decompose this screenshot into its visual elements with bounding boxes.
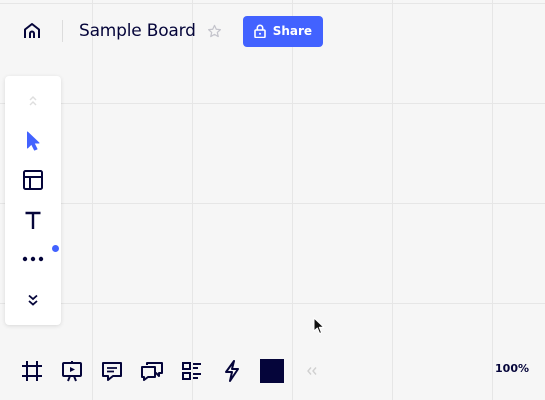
lock-icon (253, 24, 266, 38)
expand-toolbar-button[interactable] (13, 282, 53, 318)
double-chevron-down-icon (28, 294, 38, 306)
layout-icon (23, 170, 43, 190)
bottom-toolbar (12, 349, 332, 393)
lightning-icon (225, 360, 239, 382)
text-icon (25, 211, 41, 229)
star-button[interactable] (207, 22, 225, 40)
cards-button[interactable] (172, 349, 212, 393)
double-chevron-left-icon (307, 367, 317, 375)
left-toolbar (5, 76, 61, 325)
more-tools-button[interactable] (13, 241, 59, 277)
share-label: Share (272, 24, 313, 38)
chat-button[interactable] (132, 349, 172, 393)
zoom-level[interactable]: 100% (495, 362, 529, 375)
comments-button[interactable] (92, 349, 132, 393)
comment-icon (102, 362, 122, 381)
home-icon (24, 23, 40, 38)
presentation-icon (62, 361, 82, 382)
color-picker-swatch[interactable] (260, 359, 284, 383)
share-button[interactable]: Share (242, 15, 324, 47)
integrations-button[interactable] (212, 349, 252, 393)
divider (62, 20, 63, 42)
card-list-icon (182, 362, 201, 380)
templates-tool[interactable] (13, 162, 53, 198)
text-tool[interactable] (13, 202, 53, 238)
star-icon (207, 24, 221, 37)
frame-icon (22, 361, 42, 381)
scroll-up-button[interactable] (13, 83, 53, 119)
chevron-up-icon (29, 96, 37, 106)
more-icon (22, 256, 44, 262)
select-tool[interactable] (13, 123, 53, 159)
home-button[interactable] (12, 11, 52, 51)
notification-dot (52, 245, 59, 252)
top-bar: Sample Board Share (12, 11, 330, 51)
chat-icon (141, 362, 163, 381)
board-title[interactable]: Sample Board (79, 21, 196, 41)
collapse-toolbar-button[interactable] (292, 349, 332, 393)
frames-button[interactable] (12, 349, 52, 393)
presentation-button[interactable] (52, 349, 92, 393)
mouse-cursor-icon (313, 317, 325, 334)
mouse-pointer (313, 317, 325, 340)
cursor-icon (27, 131, 40, 151)
